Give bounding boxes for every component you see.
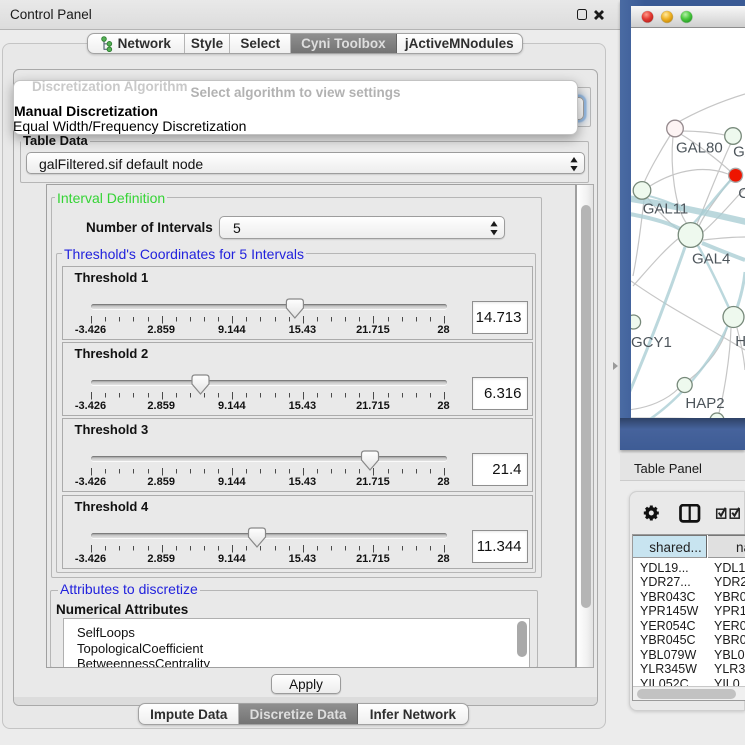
svg-text:GCY1: GCY1	[631, 334, 672, 351]
svg-text:GAL80: GAL80	[676, 139, 723, 156]
svg-text:GAL4: GAL4	[692, 251, 730, 268]
svg-text:H: H	[735, 333, 745, 350]
svg-text:CY: CY	[738, 185, 745, 202]
svg-text:GA: GA	[733, 144, 745, 161]
svg-text:HAP2: HAP2	[685, 395, 724, 412]
svg-text:GAL11: GAL11	[643, 201, 689, 218]
